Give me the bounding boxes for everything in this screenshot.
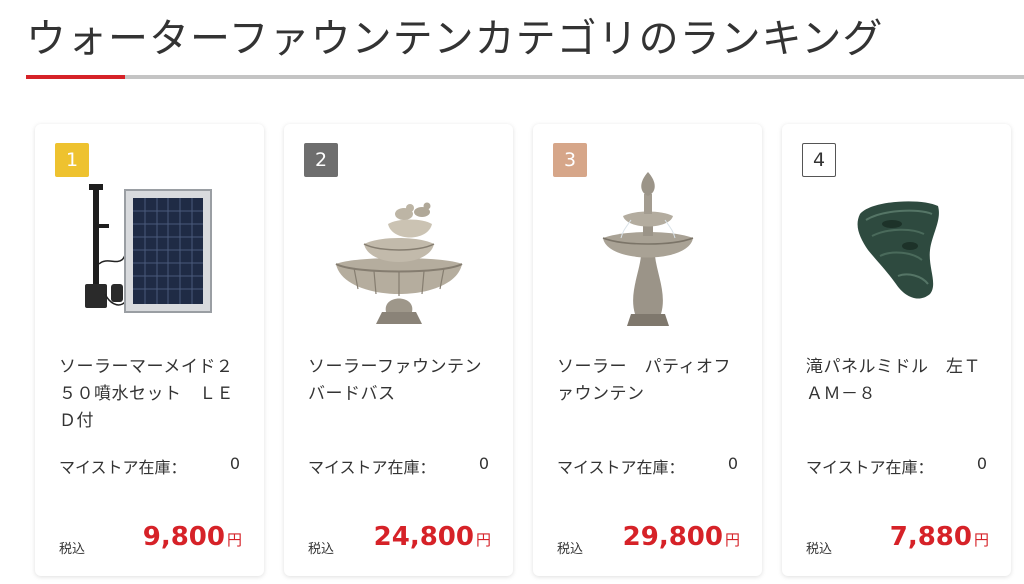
product-image-solar-pump-set[interactable]	[75, 164, 225, 334]
stock-label: マイストア在庫：	[59, 458, 187, 477]
tax-label: 税込	[59, 542, 86, 557]
stock-count: 0	[229, 454, 240, 473]
title-divider	[26, 75, 1024, 79]
tax-label: 税込	[806, 542, 833, 557]
section-title: ウォーターファウンテンカテゴリのランキング	[26, 16, 884, 62]
product-card-4[interactable]: 4 滝パネルミドル 左ＴＡＭ－８ マイストア在庫： 0 税込 7,880 円	[782, 124, 1011, 576]
product-image-waterfall-panel[interactable]	[822, 164, 972, 334]
stock-label: マイストア在庫：	[806, 458, 934, 477]
tax-label: 税込	[557, 542, 584, 557]
price-currency: 円	[226, 531, 242, 549]
product-name[interactable]: ソーラーマーメイド２５０噴水セット ＬＥＤ付	[59, 354, 243, 435]
product-image-bird-bath[interactable]	[324, 164, 474, 334]
price: 9,800 円	[143, 522, 242, 552]
stock-label: マイストア在庫：	[308, 458, 436, 477]
price-currency: 円	[475, 531, 491, 549]
price-value: 9,800	[142, 522, 225, 552]
product-name[interactable]: 滝パネルミドル 左ＴＡＭ－８	[806, 354, 990, 408]
stock-label: マイストア在庫：	[557, 458, 685, 477]
price: 29,800 円	[623, 522, 740, 552]
product-name[interactable]: ソーラーファウンテンバードバス	[308, 354, 492, 408]
product-card-1[interactable]: 1 ソーラーマーメイド２５０噴水セット ＬＥＤ付 マイストア在庫： 0 税込 9…	[35, 124, 264, 576]
price-value: 7,880	[889, 522, 972, 552]
price-currency: 円	[973, 531, 989, 549]
product-card-2[interactable]: 2 ソーラーファウンテンバードバス マイストア在庫： 0 税込 24,800 円	[284, 124, 513, 576]
price: 24,800 円	[374, 522, 491, 552]
price-value: 29,800	[622, 522, 723, 552]
price-value: 24,800	[373, 522, 474, 552]
title-divider-accent	[26, 75, 125, 79]
stock-count: 0	[976, 454, 987, 473]
price-currency: 円	[724, 531, 740, 549]
stock-count: 0	[727, 454, 738, 473]
price: 7,880 円	[890, 522, 989, 552]
product-card-3[interactable]: 3 ソーラー パティオファウンテン マイストア在庫： 0 税込 29,800 円	[533, 124, 762, 576]
stock-count: 0	[478, 454, 489, 473]
product-name[interactable]: ソーラー パティオファウンテン	[557, 354, 741, 408]
tax-label: 税込	[308, 542, 335, 557]
product-image-patio-fountain[interactable]	[573, 164, 723, 334]
